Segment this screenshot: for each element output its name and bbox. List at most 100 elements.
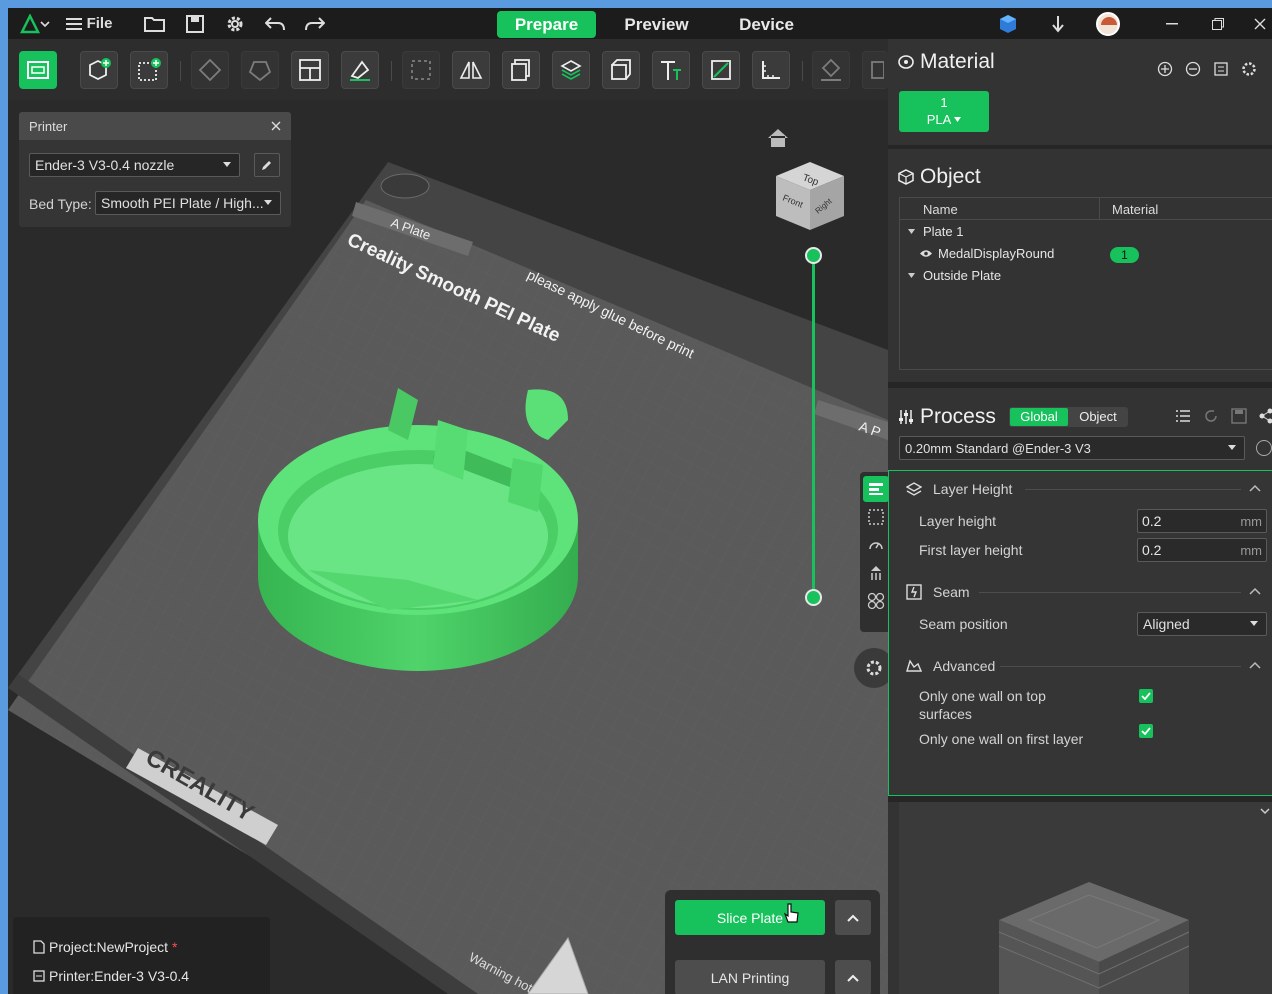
collapse-chevron-icon[interactable] bbox=[1249, 587, 1261, 595]
tab-others[interactable] bbox=[863, 588, 888, 614]
save-preset-icon[interactable] bbox=[1231, 408, 1247, 424]
lan-printing-button[interactable]: LAN Printing bbox=[675, 960, 825, 994]
settings-button[interactable] bbox=[222, 8, 248, 39]
undo-button[interactable] bbox=[262, 8, 288, 39]
sync-material-icon[interactable] bbox=[1213, 61, 1229, 77]
param-side-tabs bbox=[860, 472, 888, 632]
home-icon[interactable] bbox=[767, 128, 789, 148]
object-material-badge[interactable]: 1 bbox=[1110, 247, 1139, 263]
minimize-icon bbox=[1166, 22, 1178, 24]
advanced-icon bbox=[906, 659, 922, 672]
save-icon bbox=[186, 14, 204, 33]
layer-slider-track[interactable] bbox=[812, 256, 815, 598]
tree-item-plate-1[interactable]: Plate 1 bbox=[908, 224, 963, 239]
eye-icon[interactable] bbox=[920, 249, 932, 258]
slice-options-button[interactable] bbox=[835, 900, 871, 935]
avatar-icon bbox=[1096, 11, 1120, 36]
tree-item-outside-plate[interactable]: Outside Plate bbox=[908, 268, 1001, 283]
minimize-button[interactable] bbox=[1160, 8, 1184, 39]
layer-height-label: Layer height bbox=[919, 513, 997, 529]
tab-quality[interactable] bbox=[863, 476, 888, 502]
measure-button[interactable] bbox=[752, 51, 790, 89]
user-avatar[interactable] bbox=[1095, 8, 1121, 39]
remove-material-icon[interactable] bbox=[1185, 61, 1201, 77]
scale-button[interactable] bbox=[402, 51, 440, 89]
collapse-chevron-icon[interactable] bbox=[1249, 484, 1261, 492]
assembly-button[interactable] bbox=[812, 51, 850, 89]
process-mode-toggle: Global Object bbox=[1009, 407, 1128, 427]
tab-strength[interactable] bbox=[863, 504, 888, 530]
app-logo-menu[interactable] bbox=[18, 8, 52, 39]
arrange-button[interactable] bbox=[241, 51, 279, 89]
layer-height-input[interactable]: 0.2 mm bbox=[1137, 509, 1267, 533]
plate-view-button[interactable] bbox=[19, 51, 57, 89]
text-button[interactable] bbox=[652, 51, 690, 89]
cut-button[interactable] bbox=[602, 51, 640, 89]
printer-panel: Printer Ender-3 V3-0.4 nozzle Bed Type: … bbox=[19, 112, 291, 227]
lay-on-face-button[interactable] bbox=[341, 51, 379, 89]
layout-button[interactable] bbox=[291, 51, 329, 89]
tab-preview[interactable]: Preview bbox=[607, 11, 706, 38]
tree-item-medal[interactable]: MedalDisplayRound bbox=[920, 246, 1054, 261]
edit-printer-button[interactable] bbox=[254, 153, 280, 177]
print-options-button[interactable] bbox=[835, 960, 871, 994]
bed-type-select[interactable]: Smooth PEI Plate / High... bbox=[95, 191, 281, 215]
copy-button[interactable] bbox=[502, 51, 540, 89]
checkmark-icon bbox=[1141, 692, 1151, 700]
toolbar-divider bbox=[802, 61, 803, 81]
only-one-wall-top-checkbox[interactable] bbox=[1139, 689, 1153, 703]
material-settings-icon[interactable] bbox=[1241, 61, 1257, 77]
process-preset-select[interactable]: 0.20mm Standard @Ender-3 V3 bbox=[899, 436, 1245, 460]
tab-prepare[interactable]: Prepare bbox=[497, 11, 596, 38]
object-section: Object Name Material Plate 1 MedalDispla… bbox=[888, 149, 1272, 382]
save-button[interactable] bbox=[182, 8, 208, 39]
add-plate-button[interactable] bbox=[130, 51, 168, 89]
tab-support[interactable] bbox=[863, 560, 888, 586]
view-cube[interactable]: Top Front Right bbox=[772, 156, 848, 236]
3d-viewport[interactable]: A Plate Creality Smooth PEI Plate please… bbox=[8, 100, 888, 994]
mode-object-button[interactable]: Object bbox=[1069, 408, 1127, 426]
download-button[interactable] bbox=[1046, 8, 1070, 39]
support-paint-button[interactable] bbox=[552, 51, 590, 89]
tab-speed[interactable] bbox=[863, 532, 888, 558]
mode-global-button[interactable]: Global bbox=[1010, 408, 1068, 426]
printer-select[interactable]: Ender-3 V3-0.4 nozzle bbox=[29, 153, 240, 177]
gear-icon[interactable] bbox=[854, 648, 888, 688]
restore-button[interactable] bbox=[1206, 8, 1230, 39]
model-store-button[interactable] bbox=[996, 8, 1020, 39]
settings-gear-icon bbox=[866, 660, 882, 676]
collapse-chevron-icon[interactable] bbox=[1260, 808, 1270, 816]
tab-device[interactable]: Device bbox=[717, 11, 816, 38]
orient-icon bbox=[198, 58, 222, 82]
slice-plate-button[interactable]: Slice Plate bbox=[675, 900, 825, 935]
add-model-button[interactable] bbox=[80, 51, 118, 89]
quality-layers-icon bbox=[869, 483, 883, 495]
preset-edit-icon[interactable] bbox=[1256, 440, 1272, 456]
folder-icon bbox=[144, 16, 165, 32]
file-menu[interactable]: File bbox=[64, 8, 114, 39]
layer-slider-bottom-handle[interactable] bbox=[805, 589, 822, 606]
collapse-chevron-icon[interactable] bbox=[1249, 661, 1261, 669]
close-icon[interactable] bbox=[271, 121, 281, 131]
document-icon bbox=[33, 940, 45, 954]
redo-button[interactable] bbox=[302, 8, 328, 39]
others-icon bbox=[867, 592, 885, 610]
reset-icon[interactable] bbox=[1203, 408, 1219, 424]
add-material-icon[interactable] bbox=[1157, 61, 1173, 77]
auto-orient-button[interactable] bbox=[191, 51, 229, 89]
add-cube-icon bbox=[89, 58, 111, 81]
material-title: Material bbox=[920, 50, 995, 73]
more-tools-button[interactable] bbox=[862, 51, 888, 89]
first-layer-height-input[interactable]: 0.2 mm bbox=[1137, 538, 1267, 562]
layer-slider-top-handle[interactable] bbox=[805, 247, 822, 264]
assembly-icon bbox=[821, 58, 841, 81]
mirror-button[interactable] bbox=[452, 51, 490, 89]
seam-paint-button[interactable] bbox=[702, 51, 740, 89]
material-slot-1[interactable]: 1 PLA bbox=[899, 91, 989, 132]
list-view-icon[interactable] bbox=[1175, 409, 1191, 423]
compare-icon[interactable] bbox=[1258, 408, 1272, 424]
only-one-wall-first-layer-checkbox[interactable] bbox=[1139, 724, 1153, 738]
seam-position-select[interactable]: Aligned bbox=[1137, 612, 1267, 636]
open-folder-button[interactable] bbox=[142, 8, 168, 39]
close-window-button[interactable] bbox=[1248, 8, 1272, 39]
